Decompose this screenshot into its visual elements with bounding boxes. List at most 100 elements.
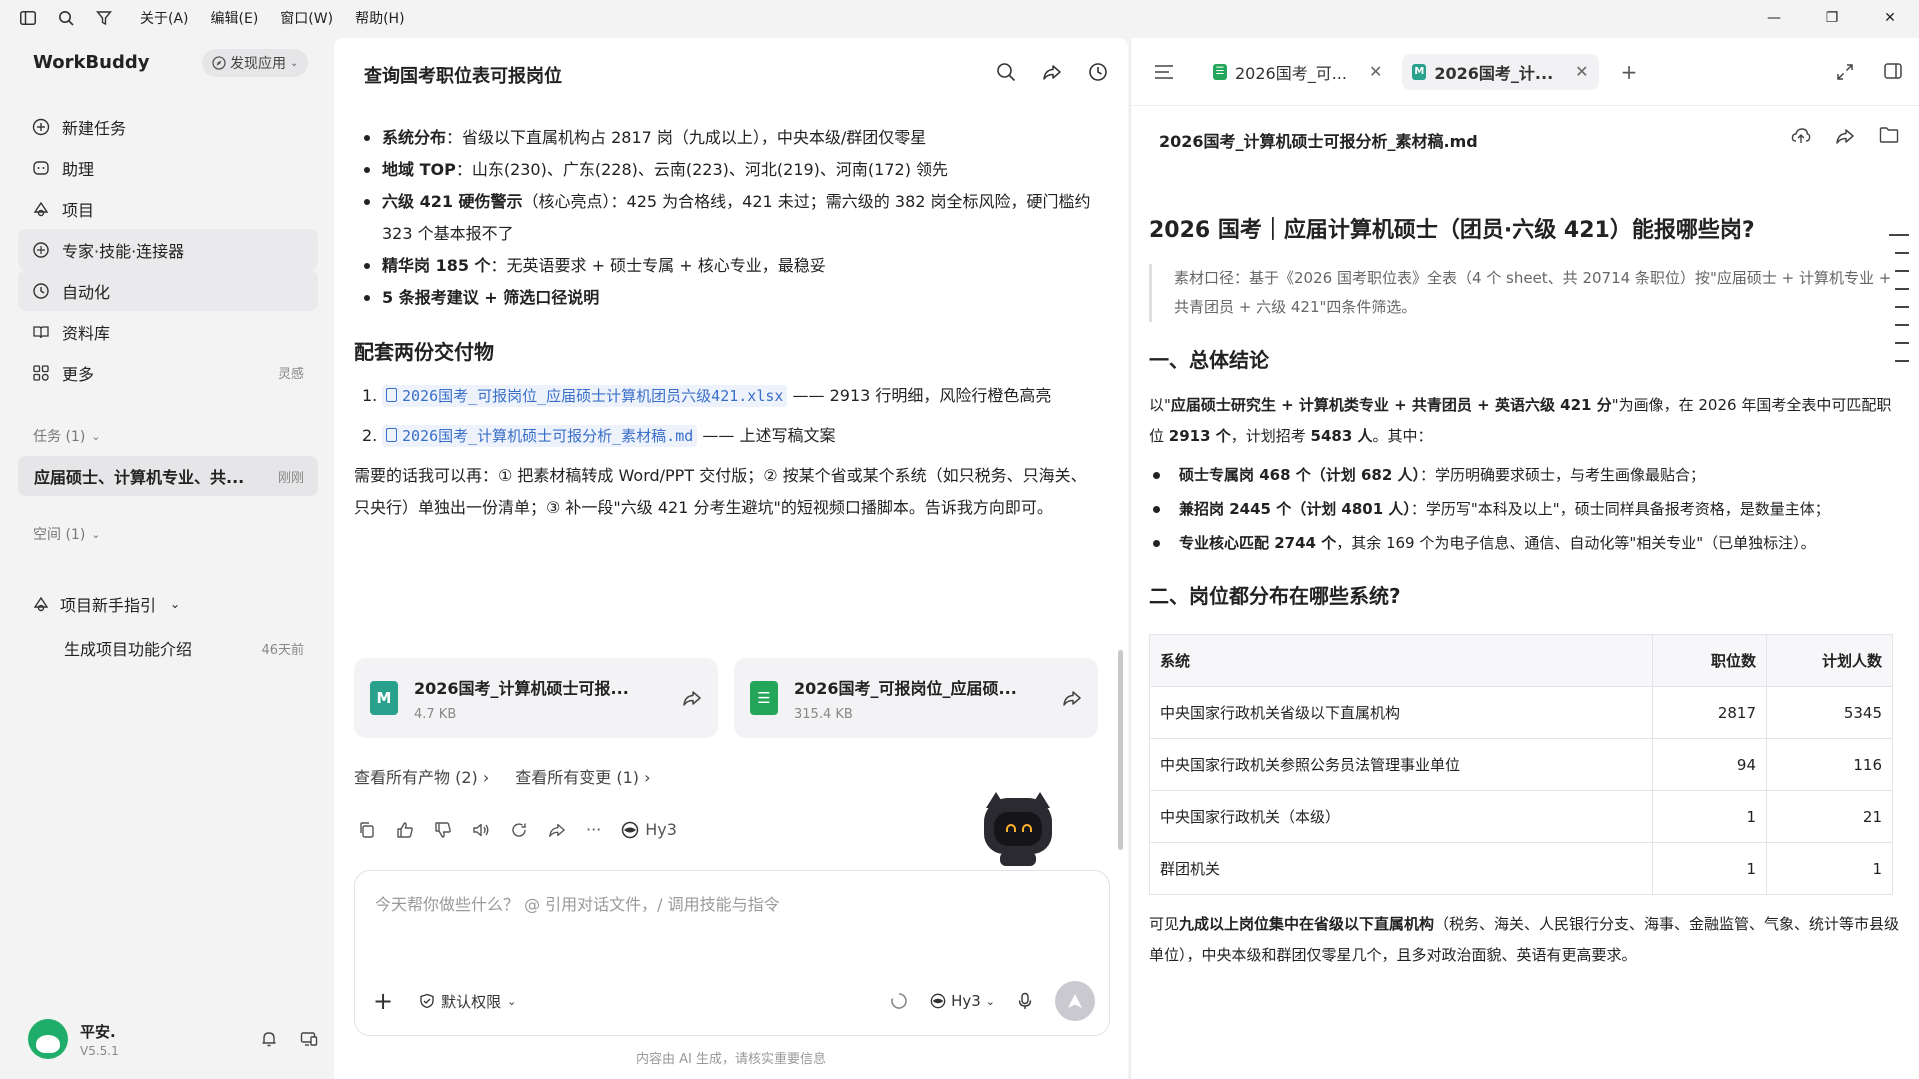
chat-input-placeholder[interactable]: 今天帮你做些什么？ @ 引用对话文件，/ 调用技能与指令 (375, 891, 780, 915)
close-tab-icon[interactable]: ✕ (1369, 62, 1382, 81)
history-icon[interactable] (1088, 62, 1108, 82)
bell-icon[interactable] (260, 1030, 278, 1048)
search-icon[interactable] (56, 8, 76, 28)
view-all-changes-link[interactable]: 查看所有变更 (1) › (515, 764, 650, 788)
folder-icon[interactable] (1879, 126, 1899, 144)
close-window-button[interactable]: ✕ (1861, 0, 1919, 36)
spaces-section-label[interactable]: 空间 (1) ⌄ (33, 524, 101, 544)
share-icon[interactable] (1835, 126, 1855, 146)
new-tab-button[interactable]: + (1621, 60, 1638, 84)
assistant-message: 系统分布：省级以下直属机构占 2817 岗（九成以上），中央本级/群团仅零星 地… (354, 122, 1099, 524)
send-button[interactable] (1055, 981, 1095, 1021)
model-badge[interactable]: Hy3 (621, 820, 677, 839)
document-outline[interactable] (1889, 234, 1909, 362)
tab-xlsx[interactable]: ☰ 2026国考_可... ✕ (1203, 54, 1392, 90)
text-span: 。其中： (1372, 427, 1433, 445)
table-cell: 2817 (1652, 686, 1767, 739)
model-select[interactable]: Hy3 ⌄ (930, 992, 995, 1010)
tab-md[interactable]: M 2026国考_计... ✕ (1402, 53, 1599, 90)
tab-label: 2026国考_计... (1434, 63, 1554, 83)
document-title: 2026 国考｜应届计算机硕士（团员·六级 421）能报哪些岗? (1149, 218, 1755, 243)
conclusion-paragraph: 可见九成以上岗位集中在省级以下直属机构（税务、海关、人民银行分支、海事、金融监管… (1149, 909, 1901, 971)
chat-input-box[interactable]: 今天帮你做些什么？ @ 引用对话文件，/ 调用技能与指令 + 默认权限 ⌄ Hy… (354, 870, 1110, 1036)
output-card-md[interactable]: M 2026国考_计算机硕士可报... 4.7 KB (354, 658, 718, 738)
share-icon[interactable] (682, 688, 702, 708)
outline-mark[interactable] (1895, 324, 1909, 326)
file-link-xlsx[interactable]: 2026国考_可报岗位_应届硕士计算机团员六级421.xlsx (382, 385, 788, 407)
chat-scrollbar[interactable] (1118, 650, 1123, 850)
refresh-icon[interactable] (510, 821, 528, 839)
more-icon (33, 364, 49, 381)
table-header-row: 系统 职位数 计划人数 (1149, 634, 1893, 687)
sidebar-item-new-task[interactable]: 新建任务 (18, 106, 318, 147)
view-all-outputs-link[interactable]: 查看所有产物 (2) › (354, 764, 489, 788)
mascot-robot[interactable] (980, 790, 1056, 866)
sidebar-item-automation[interactable]: 自动化 (18, 270, 318, 311)
deliverables-heading: 配套两份交付物 (354, 340, 494, 364)
list-item: 1. 2026国考_可报岗位_应届硕士计算机团员六级421.xlsx —— 291… (354, 380, 1099, 412)
sidebar-item-more[interactable]: 更多 灵感 (18, 352, 318, 393)
outline-mark[interactable] (1895, 306, 1909, 308)
thumbs-up-icon[interactable] (396, 821, 414, 839)
list-item: 兼招岗 2445 个（计划 4801 人）：学历写"本科及以上"，硕士同样具备报… (1149, 494, 1901, 524)
maximize-button[interactable]: ❐ (1803, 0, 1861, 36)
add-attachment-button[interactable]: + (373, 989, 393, 1013)
document-filename: 2026国考_计算机硕士可报分析_素材稿.md (1159, 132, 1478, 151)
chevron-down-icon: ⌄ (170, 597, 181, 611)
task-item[interactable]: 应届硕士、计算机专业、共... 刚刚 (18, 456, 318, 496)
outline-mark[interactable] (1895, 288, 1909, 290)
menu-window[interactable]: 窗口(W) (280, 8, 333, 28)
filter-icon[interactable] (94, 8, 114, 28)
chevron-down-icon: ⌄ (91, 429, 101, 443)
list-number: 1. (362, 386, 378, 405)
plus-circle-icon (32, 118, 50, 135)
file-icon (386, 388, 397, 402)
close-tab-icon[interactable]: ✕ (1575, 62, 1588, 81)
outline-mark[interactable] (1895, 360, 1909, 362)
avatar[interactable] (28, 1019, 68, 1059)
upload-icon[interactable] (1791, 126, 1811, 146)
menu-about[interactable]: 关于(A) (140, 8, 189, 28)
menu-help[interactable]: 帮助(H) (355, 8, 404, 28)
outline-mark[interactable] (1895, 270, 1909, 272)
ai-disclaimer: 内容由 AI 生成，请核实重要信息 (636, 1052, 826, 1067)
search-icon[interactable] (996, 62, 1016, 82)
sidebar-item-project[interactable]: 项目 (18, 188, 318, 229)
minimize-button[interactable]: — (1745, 0, 1803, 36)
share-icon[interactable] (548, 821, 566, 839)
sidebar-item-experts[interactable]: 专家·技能·连接器 (18, 229, 318, 270)
thumbs-down-icon[interactable] (434, 821, 452, 839)
sidebar-toggle-icon[interactable] (18, 8, 38, 28)
microphone-icon[interactable] (1017, 992, 1033, 1010)
sidebar-item-library[interactable]: 资料库 (18, 311, 318, 352)
list-number: 2. (362, 426, 378, 445)
outline-mark[interactable] (1889, 234, 1909, 236)
outline-mark[interactable] (1895, 252, 1909, 254)
project-guide-item[interactable]: 项目新手指引 ⌄ (32, 592, 180, 616)
expand-icon[interactable] (1836, 63, 1854, 81)
sidebar-item-assistant[interactable]: 助理 (18, 147, 318, 188)
more-options-icon[interactable]: ··· (586, 820, 601, 839)
inspiration-badge[interactable]: 灵感 (278, 363, 304, 382)
tasks-section-label[interactable]: 任务 (1) ⌄ (33, 426, 101, 446)
menu-edit[interactable]: 编辑(E) (211, 8, 259, 28)
table-cell: 群团机关 (1149, 842, 1653, 895)
project-sub-item[interactable]: 生成项目功能介绍 46天前 (64, 636, 304, 660)
share-icon[interactable] (1062, 688, 1082, 708)
panel-toggle-icon[interactable] (1884, 62, 1902, 79)
table-cell: 中央国家行政机关（本级） (1149, 790, 1653, 843)
speaker-icon[interactable] (472, 821, 490, 839)
section-heading: 二、岗位都分布在哪些系统? (1149, 584, 1401, 608)
list-item: 精华岗 185 个：无英语要求 + 硕士专属 + 核心专业，最稳妥 (354, 250, 1099, 282)
device-icon[interactable] (300, 1030, 318, 1048)
file-link-md[interactable]: 2026国考_计算机硕士可报分析_素材稿.md (382, 425, 698, 447)
share-icon[interactable] (1042, 62, 1062, 82)
list-icon[interactable] (1155, 64, 1173, 79)
copy-icon[interactable] (358, 821, 376, 839)
sidebar-item-label: 专家·技能·连接器 (62, 241, 185, 261)
permission-select[interactable]: 默认权限 ⌄ (419, 991, 516, 1012)
discover-apps-button[interactable]: 发现应用 ⌄ (202, 49, 309, 77)
output-card-xlsx[interactable]: ☰ 2026国考_可报岗位_应届硕... 315.4 KB (734, 658, 1098, 738)
chevron-right-icon: › (482, 768, 490, 787)
outline-mark[interactable] (1895, 342, 1909, 344)
